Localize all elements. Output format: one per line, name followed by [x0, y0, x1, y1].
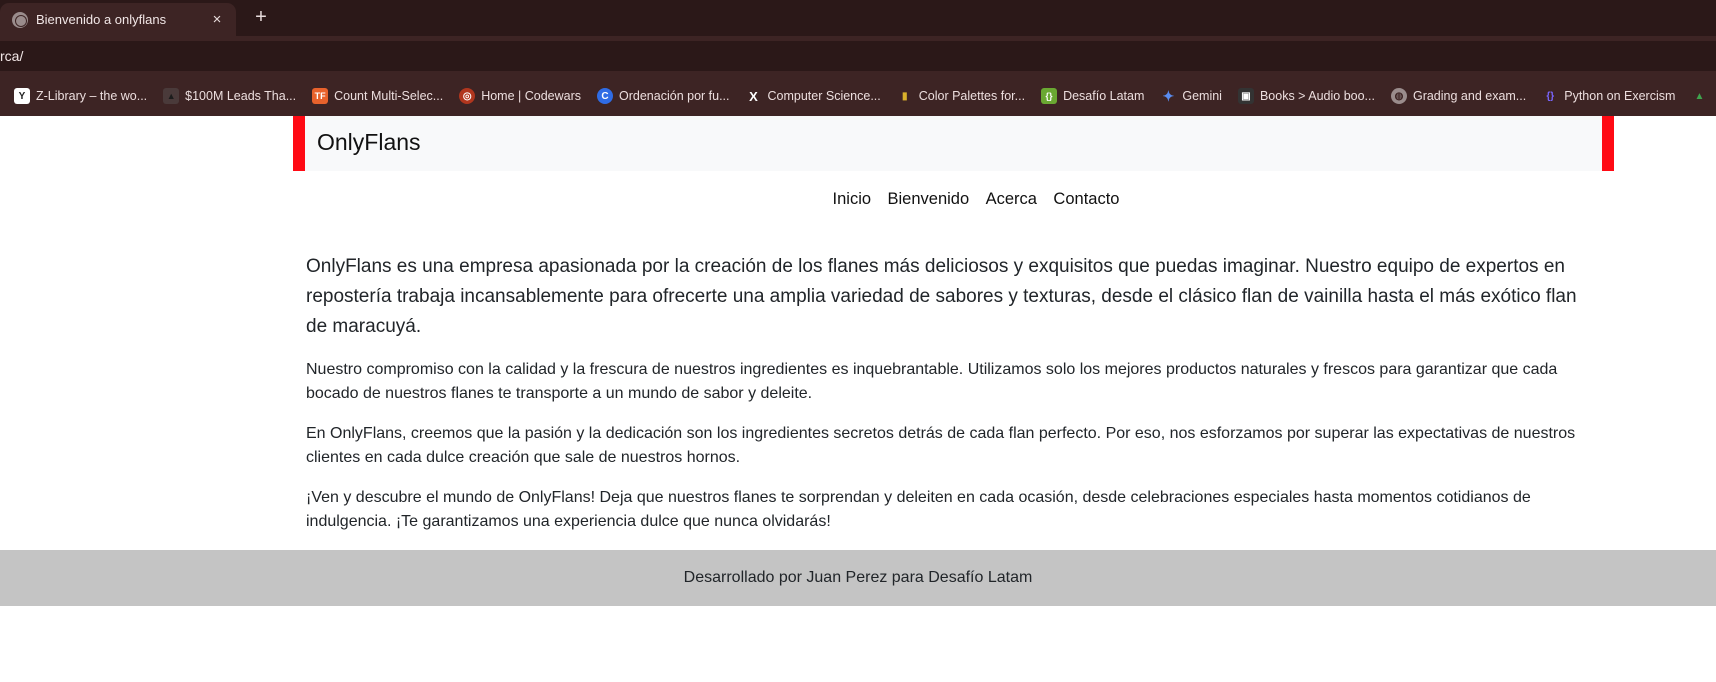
- browser-tab[interactable]: Bienvenido a onlyflans ×: [0, 3, 236, 36]
- site-footer: Desarrollado por Juan Perez para Desafío…: [0, 550, 1716, 606]
- bookmark-item[interactable]: C Ordenación por fu...: [597, 88, 730, 104]
- tab-title: Bienvenido a onlyflans: [36, 12, 167, 27]
- globe-icon: [12, 11, 28, 28]
- globe-icon: ◍: [1390, 88, 1407, 104]
- bookmark-item[interactable]: TF Count Multi-Selec...: [312, 88, 443, 104]
- exercism-icon: {}: [1546, 90, 1555, 102]
- bookmark-item[interactable]: {} Desafío Latam: [1041, 88, 1144, 104]
- bookmark-label: Z-Library – the wo...: [36, 89, 148, 103]
- close-icon[interactable]: ×: [208, 11, 226, 29]
- bookmark-label: Grading and exam...: [1412, 89, 1527, 103]
- bookmark-label: Ordenación por fu...: [619, 89, 730, 103]
- zlibrary-icon: Y: [14, 88, 30, 104]
- books-icon: ▣: [1237, 88, 1254, 104]
- bookmark-label: Desafío Latam: [1063, 89, 1145, 103]
- lead-paragraph: OnlyFlans es una empresa apasionada por …: [306, 256, 1577, 337]
- triangle-icon: ▲: [163, 88, 180, 104]
- bookmark-label: Count Multi-Selec...: [334, 89, 444, 103]
- x-icon: X: [749, 88, 758, 104]
- nav-link-bienvenido[interactable]: Bienvenido: [888, 190, 970, 209]
- paragraph: Nuestro compromiso con la calidad y la f…: [306, 361, 1558, 402]
- bookmark-label: Home | Codewars: [481, 89, 582, 103]
- tf-icon: TF: [312, 88, 329, 104]
- paragraph: En OnlyFlans, creemos que la pasión y la…: [306, 425, 1576, 466]
- bookmarks-bar: Y Z-Library – the wo... ▲ $100M Leads Tha.…: [0, 76, 1716, 116]
- bookmark-item[interactable]: ▲ $100M Leads Tha...: [163, 88, 296, 104]
- bookmark-label: $100M Leads Tha...: [185, 89, 297, 103]
- bookmark-item[interactable]: ✦ Gemini: [1160, 87, 1222, 104]
- bookmark-label: Books > Audio boo...: [1259, 89, 1375, 103]
- site-navbar: OnlyFlans: [293, 116, 1614, 171]
- web-page: OnlyFlans Inicio Bienvenido Acerca Conta…: [0, 116, 1716, 682]
- codewars-icon: ◎: [459, 88, 476, 104]
- bookmark-item[interactable]: ◎ Home | Codewars: [459, 88, 581, 104]
- bookmark-item[interactable]: ▲: [1691, 88, 1713, 104]
- bookmark-item[interactable]: Y Z-Library – the wo...: [14, 88, 147, 104]
- bookmark-item[interactable]: X Computer Science...: [746, 88, 881, 104]
- bookmark-item[interactable]: ◍ Grading and exam...: [1390, 88, 1527, 104]
- bookmark-label: Python on Exercism: [1564, 89, 1676, 103]
- c-icon: C: [597, 88, 614, 104]
- desafio-icon: {}: [1041, 88, 1058, 104]
- footer-text: Desarrollado por Juan Perez para Desafío…: [683, 569, 1033, 586]
- address-bar[interactable]: rca/: [0, 41, 1716, 71]
- nav-link-acerca[interactable]: Acerca: [986, 190, 1037, 209]
- bookmark-item[interactable]: ▣ Books > Audio boo...: [1237, 88, 1375, 104]
- bookmark-label: Gemini: [1182, 89, 1222, 103]
- palette-icon: ▮: [901, 90, 908, 102]
- paragraph: ¡Ven y descubre el mundo de OnlyFlans! D…: [306, 489, 1531, 530]
- site-brand[interactable]: OnlyFlans: [317, 128, 421, 156]
- bookmark-item[interactable]: {} Python on Exercism: [1542, 88, 1675, 104]
- about-content: OnlyFlans es una empresa apasionada por …: [306, 252, 1596, 550]
- nav-link-inicio[interactable]: Inicio: [833, 190, 872, 209]
- new-tab-button[interactable]: +: [248, 5, 274, 31]
- browser-tabstrip: Bienvenido a onlyflans × +: [0, 0, 1716, 36]
- bookmark-label: Computer Science...: [767, 89, 881, 103]
- bookmark-label: Color Palettes for...: [918, 89, 1026, 103]
- site-nav: Inicio Bienvenido Acerca Contacto: [0, 190, 1716, 209]
- extra-icon: ▲: [1694, 90, 1705, 102]
- bookmark-item[interactable]: ▮ Color Palettes for...: [897, 88, 1025, 104]
- gemini-icon: ✦: [1162, 87, 1175, 104]
- nav-link-contacto[interactable]: Contacto: [1053, 190, 1119, 209]
- browser-toolbar: rca/: [0, 36, 1716, 76]
